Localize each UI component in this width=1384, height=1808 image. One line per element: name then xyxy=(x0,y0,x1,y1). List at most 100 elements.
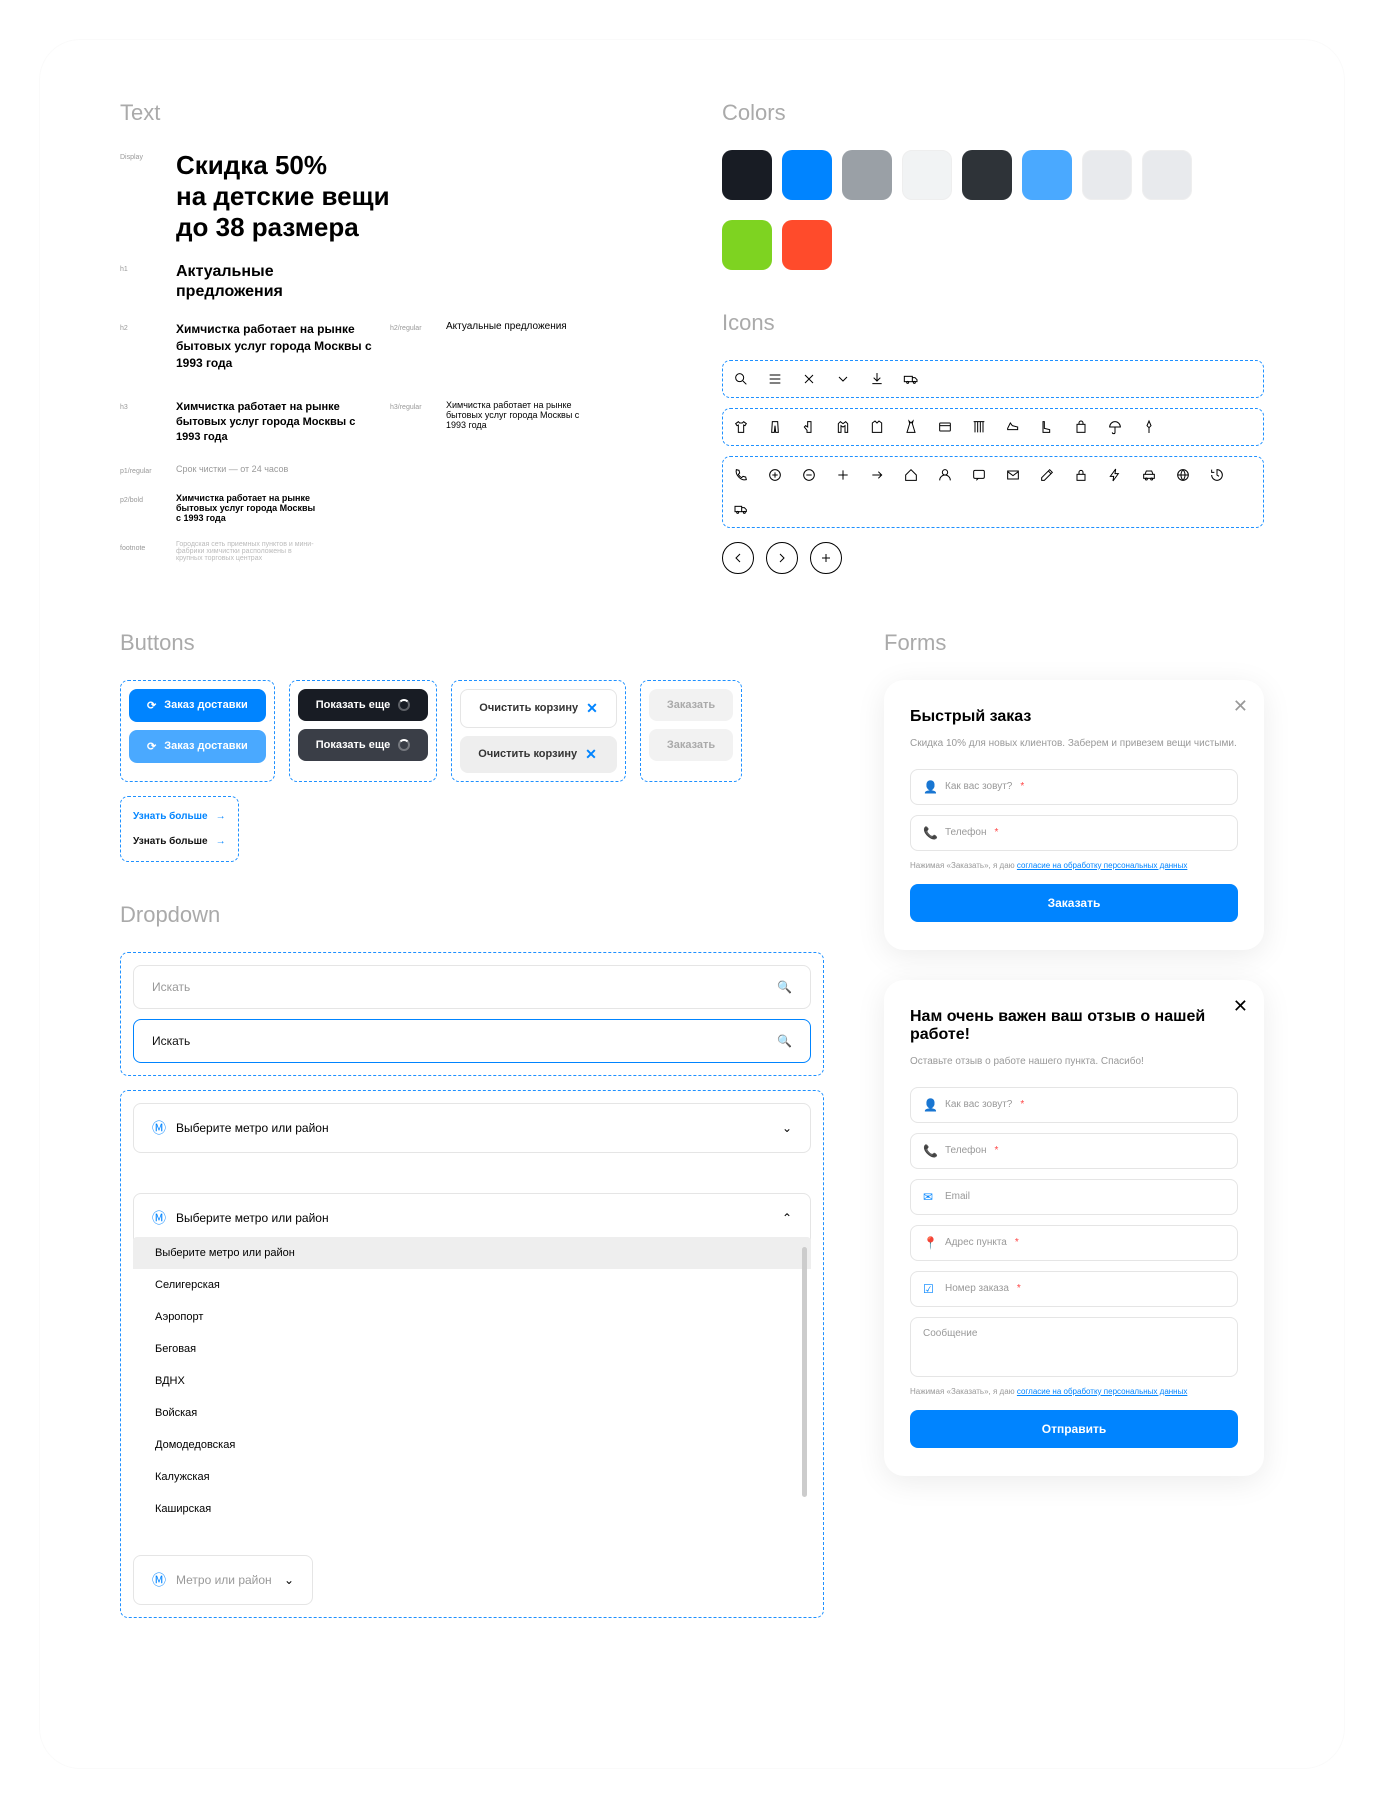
add-button[interactable] xyxy=(810,542,842,574)
metro-select[interactable]: ⓂВыберите метро или район⌄ xyxy=(133,1103,811,1153)
section-title-icons: Icons xyxy=(722,310,1264,336)
learn-link[interactable]: Узнать больше→ xyxy=(129,805,230,828)
chevron-down-icon xyxy=(835,371,851,387)
search-input-active[interactable]: Искать🔍 xyxy=(133,1019,811,1063)
mail-icon xyxy=(1005,467,1021,483)
metro-select-open[interactable]: ⓂВыберите метро или район⌃ xyxy=(133,1193,811,1243)
history-icon: ⟳ xyxy=(147,699,156,712)
car-icon xyxy=(1141,467,1157,483)
umbrella-icon xyxy=(1107,419,1123,435)
chevron-down-icon: ⌄ xyxy=(284,1573,294,1587)
text-section: Text DisplayСкидка 50% на детские вещи д… xyxy=(120,100,662,580)
jacket-icon xyxy=(835,419,851,435)
home-icon xyxy=(903,467,919,483)
quick-order-form: ✕ Быстрый заказ Скидка 10% для новых кли… xyxy=(884,680,1264,950)
close-icon xyxy=(801,371,817,387)
shoe-icon xyxy=(1005,419,1021,435)
more-button-hover[interactable]: Показать еще xyxy=(298,729,429,761)
plus-icon xyxy=(835,467,851,483)
edit-icon xyxy=(1039,467,1055,483)
color-swatch xyxy=(902,150,952,200)
color-swatch xyxy=(842,150,892,200)
color-swatch xyxy=(782,220,832,270)
tshirt-icon xyxy=(733,419,749,435)
order-submit-button[interactable]: Заказать xyxy=(910,884,1238,922)
metro-option[interactable]: Аэропорт xyxy=(133,1301,811,1333)
arrow-right-icon: → xyxy=(216,811,226,822)
section-title-buttons: Buttons xyxy=(120,630,824,656)
color-swatch xyxy=(722,150,772,200)
email-field[interactable]: ✉Email xyxy=(910,1179,1238,1215)
user-icon: 👤 xyxy=(923,780,937,794)
search-icon: 🔍 xyxy=(777,1034,792,1048)
close-button[interactable]: ✕ xyxy=(1233,996,1248,1017)
metro-option[interactable]: Беговая xyxy=(133,1333,811,1365)
glove-icon xyxy=(801,419,817,435)
menu-icon xyxy=(767,371,783,387)
section-title-forms: Forms xyxy=(884,630,1264,656)
dress-icon xyxy=(903,419,919,435)
arrow-right-icon xyxy=(869,467,885,483)
spinner-icon xyxy=(398,699,410,711)
coat-icon xyxy=(869,419,885,435)
metro-option[interactable]: Домодедовская xyxy=(133,1429,811,1461)
metro-option[interactable]: Выберите метро или район xyxy=(133,1237,811,1269)
phone-field[interactable]: 📞Телефон* xyxy=(910,815,1238,851)
curtain-icon xyxy=(971,419,987,435)
search-icon xyxy=(733,371,749,387)
order-field[interactable]: ☑Номер заказа* xyxy=(910,1271,1238,1307)
name-field[interactable]: 👤Как вас зовут?* xyxy=(910,1087,1238,1123)
color-swatch xyxy=(1022,150,1072,200)
feedback-form: ✕ Нам очень важен ваш отзыв о нашей рабо… xyxy=(884,980,1264,1476)
color-swatch xyxy=(1142,150,1192,200)
more-button[interactable]: Показать еще xyxy=(298,689,429,721)
section-title-colors: Colors xyxy=(722,100,1264,126)
metro-select-small[interactable]: ⓂМетро или район⌄ xyxy=(133,1555,313,1605)
next-button[interactable] xyxy=(766,542,798,574)
bag-icon xyxy=(1073,419,1089,435)
order-button[interactable]: ⟳Заказ доставки xyxy=(129,689,266,722)
color-swatch xyxy=(962,150,1012,200)
metro-option[interactable]: Каширская xyxy=(133,1493,811,1525)
color-swatch xyxy=(722,220,772,270)
learn-link-hover[interactable]: Узнать больше→ xyxy=(129,830,230,853)
consent-link[interactable]: согласие на обработку персональных данны… xyxy=(1017,1387,1187,1396)
phone-field[interactable]: 📞Телефон* xyxy=(910,1133,1238,1169)
metro-icon: Ⓜ xyxy=(152,1118,166,1138)
pants-icon xyxy=(767,419,783,435)
minus-circle-icon xyxy=(801,467,817,483)
submit-button-disabled: Заказать xyxy=(649,689,733,721)
lock-icon xyxy=(1073,467,1089,483)
order-button-hover[interactable]: ⟳Заказ доставки xyxy=(129,730,266,763)
search-input[interactable]: Искать🔍 xyxy=(133,965,811,1009)
icons-row-3 xyxy=(722,456,1264,528)
chevron-down-icon: ⌄ xyxy=(782,1121,792,1135)
close-button[interactable]: ✕ xyxy=(1233,696,1248,717)
chevron-up-icon: ⌃ xyxy=(782,1211,792,1225)
metro-option[interactable]: Войская xyxy=(133,1397,811,1429)
address-field[interactable]: 📍Адрес пункта* xyxy=(910,1225,1238,1261)
metro-option[interactable]: Калужская xyxy=(133,1461,811,1493)
color-swatch xyxy=(782,150,832,200)
clear-button[interactable]: Очистить корзину✕ xyxy=(460,689,617,728)
phone-icon: 📞 xyxy=(923,826,937,840)
submit-button-disabled2: Заказать xyxy=(649,729,733,761)
metro-option[interactable]: Селигерская xyxy=(133,1269,811,1301)
send-button[interactable]: Отправить xyxy=(910,1410,1238,1448)
consent-link[interactable]: согласие на обработку персональных данны… xyxy=(1017,861,1187,870)
scrollbar[interactable] xyxy=(802,1247,807,1497)
phone-icon xyxy=(733,467,749,483)
name-field[interactable]: 👤Как вас зовут?* xyxy=(910,769,1238,805)
display-text: Скидка 50% на детские вещи до 38 размера xyxy=(176,150,390,244)
clear-button-hover[interactable]: Очистить корзину✕ xyxy=(460,736,617,773)
chat-icon xyxy=(971,467,987,483)
search-icon: 🔍 xyxy=(777,980,792,994)
metro-option[interactable]: ВДНХ xyxy=(133,1365,811,1397)
boot-icon xyxy=(1039,419,1055,435)
color-swatches xyxy=(722,150,1264,270)
prev-button[interactable] xyxy=(722,542,754,574)
delivery-icon xyxy=(733,501,749,517)
close-icon: ✕ xyxy=(586,700,598,717)
bedding-icon xyxy=(937,419,953,435)
message-field[interactable]: Сообщение xyxy=(910,1317,1238,1377)
